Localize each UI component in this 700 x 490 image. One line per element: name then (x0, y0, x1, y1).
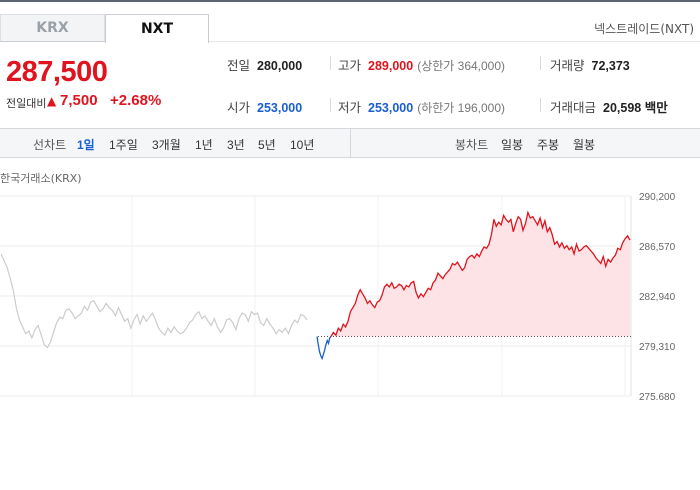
change-amount: 7,500 (60, 92, 98, 109)
y-tick-label: 279,310 (639, 342, 676, 353)
stat-value: 20,598 백만 (603, 101, 668, 115)
stat-value: 72,373 (591, 59, 630, 73)
period-1y[interactable]: 1년 (195, 136, 213, 153)
divider (540, 56, 541, 70)
stat-sub: (상한가 364,000) (417, 59, 506, 73)
period-weekly[interactable]: 주봉 (537, 136, 559, 153)
y-tick-label: 290,200 (639, 192, 676, 203)
series-line-reference (0, 253, 308, 349)
period-10y[interactable]: 10년 (290, 136, 314, 153)
stat-label: 시가 (227, 101, 251, 115)
current-price: 287,500 (6, 56, 108, 88)
tab-nxt[interactable]: NXT (105, 14, 209, 43)
stat-label: 거래량 (550, 59, 585, 73)
chart-toolbar: 선차트 1일 1주일 3개월 1년 3년 5년 10년 봉차트 일봉 주봉 월봉 (0, 128, 700, 158)
stat-label: 저가 (338, 101, 362, 115)
period-5y[interactable]: 5년 (258, 136, 276, 153)
stat-sub: (하한가 196,000) (417, 101, 506, 115)
period-3y[interactable]: 3년 (227, 136, 245, 153)
up-area-fill (331, 212, 630, 337)
divider (330, 98, 331, 112)
line-chart-label: 선차트 (33, 138, 67, 152)
stat-value: 253,000 (368, 101, 414, 115)
y-tick-label: 286,570 (639, 242, 676, 253)
chart-marks (0, 210, 631, 361)
stat-value: 253,000 (257, 101, 303, 115)
y-tick-label: 275,680 (639, 392, 676, 400)
stat-prev-close: 전일 280,000 (227, 55, 302, 74)
top-border (0, 0, 700, 2)
period-3m[interactable]: 3개월 (152, 136, 181, 153)
divider (330, 56, 331, 70)
stat-amount: 거래대금 20,598 백만 (550, 97, 668, 116)
stat-open: 시가 253,000 (227, 97, 302, 116)
stat-high: 고가 289,000 (상한가 364,000) (338, 55, 505, 74)
y-tick-label: 282,940 (639, 292, 676, 303)
y-axis-labels: 290,200 286,570 282,940 279,310 275,680 (639, 192, 676, 400)
stat-value: 289,000 (368, 59, 414, 73)
toolbar-divider (350, 129, 351, 157)
divider (540, 98, 541, 112)
market-name: 넥스트레이드(NXT) (594, 22, 694, 36)
period-1d[interactable]: 1일 (77, 136, 95, 153)
stat-low: 저가 253,000 (하한가 196,000) (338, 97, 505, 116)
period-monthly[interactable]: 월봉 (573, 136, 595, 153)
candle-chart-label: 봉차트 (455, 138, 489, 152)
stat-label: 전일 (227, 59, 251, 73)
period-daily[interactable]: 일봉 (501, 136, 523, 153)
period-1w[interactable]: 1주일 (109, 136, 138, 153)
change-label: 전일대비 (6, 97, 47, 110)
stat-volume: 거래량 72,373 (550, 55, 630, 74)
stat-label: 고가 (338, 59, 362, 73)
stat-value: 280,000 (257, 59, 303, 73)
price-chart: 290,200 286,570 282,940 279,310 275,680 (0, 192, 676, 400)
tab-underline (209, 41, 700, 42)
chart-source: 한국거래소(KRX) (0, 172, 82, 185)
stat-label: 거래대금 (550, 101, 597, 115)
change-percent: +2.68% (110, 92, 162, 109)
series-line-down (316, 336, 332, 361)
tab-krx[interactable]: KRX (0, 14, 105, 42)
up-arrow-icon: ▲ (47, 94, 57, 108)
